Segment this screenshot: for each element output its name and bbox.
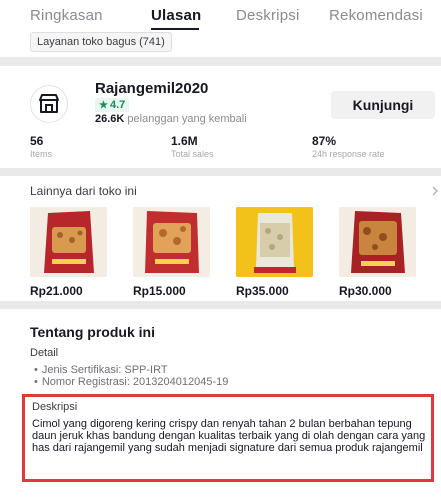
star-icon: ★ <box>99 100 108 111</box>
snack-bag-image <box>236 207 313 277</box>
stat-items: 56 Items <box>30 134 52 159</box>
shop-avatar[interactable] <box>30 85 68 123</box>
detail-list: Jenis Sertifikasi: SPP-IRT Nomor Registr… <box>34 364 229 388</box>
stat-response-rate-label: 24h response rate <box>312 149 385 159</box>
product-price: Rp15.000 <box>133 284 186 298</box>
description-label: Deskripsi <box>32 401 78 413</box>
description-text: Cimol yang digoreng kering crispy dan re… <box>32 418 426 454</box>
stat-total-sales: 1.6M Total sales <box>171 134 214 159</box>
review-tag-chip[interactable]: Layanan toko bagus (741) <box>30 32 172 52</box>
more-from-shop-section: Lainnya dari toko ini Rp21.000 Rp15.000 … <box>0 176 441 301</box>
visit-shop-button[interactable]: Kunjungi <box>331 91 435 119</box>
shop-name[interactable]: Rajangemil2020 <box>95 80 208 97</box>
stat-total-sales-value: 1.6M <box>171 134 198 148</box>
shop-card: Rajangemil2020 ★ 4.7 26.6K pelanggan yang… <box>0 66 441 168</box>
tab-rekomendasi[interactable]: Rekomendasi <box>329 7 423 24</box>
product-price: Rp21.000 <box>30 284 83 298</box>
returning-customers: 26.6K pelanggan yang kembali <box>95 113 247 125</box>
tab-ringkasan[interactable]: Ringkasan <box>30 7 103 24</box>
stat-response-rate-value: 87% <box>312 134 337 148</box>
snack-bag-image <box>351 211 405 273</box>
stat-total-sales-label: Total sales <box>171 149 214 159</box>
snack-bag-image <box>44 211 94 273</box>
detail-certification: Jenis Sertifikasi: SPP-IRT <box>34 364 228 376</box>
returning-customers-count: 26.6K <box>95 113 125 125</box>
product-price: Rp35.000 <box>236 284 289 298</box>
stat-items-value: 56 <box>30 134 44 148</box>
tab-deskripsi[interactable]: Deskripsi <box>236 7 299 24</box>
about-product-section: Tentang produk ini Detail Jenis Sertifik… <box>0 309 441 498</box>
shop-rating-value: 4.7 <box>109 99 126 111</box>
product-thumbnail[interactable] <box>133 207 210 277</box>
shop-rating-badge: ★ 4.7 <box>95 98 130 112</box>
stat-response-rate: 87% 24h response rate <box>312 134 385 159</box>
description-highlight-box: Deskripsi Cimol yang digoreng kering cri… <box>22 394 434 482</box>
product-thumbnail[interactable] <box>30 207 107 277</box>
detail-label: Detail <box>30 347 59 359</box>
more-from-shop-title[interactable]: Lainnya dari toko ini <box>30 184 137 198</box>
product-price: Rp30.000 <box>339 284 392 298</box>
stat-items-label: Items <box>30 149 53 159</box>
review-chip-strip: Layanan toko bagus (741) <box>0 30 441 57</box>
snack-bag-image <box>145 211 199 273</box>
tab-bar: Ringkasan Ulasan Deskripsi Rekomendasi <box>0 0 441 30</box>
storefront-icon <box>39 94 59 113</box>
product-thumbnail[interactable] <box>236 207 313 277</box>
returning-customers-label: pelanggan yang kembali <box>127 113 247 125</box>
product-thumbnail[interactable] <box>339 207 416 277</box>
about-product-title: Tentang produk ini <box>30 324 155 340</box>
chevron-right-icon[interactable] <box>429 185 441 197</box>
tab-ulasan[interactable]: Ulasan <box>151 7 201 24</box>
detail-registration: Nomor Registrasi: 2013204012045-19 <box>34 376 229 388</box>
